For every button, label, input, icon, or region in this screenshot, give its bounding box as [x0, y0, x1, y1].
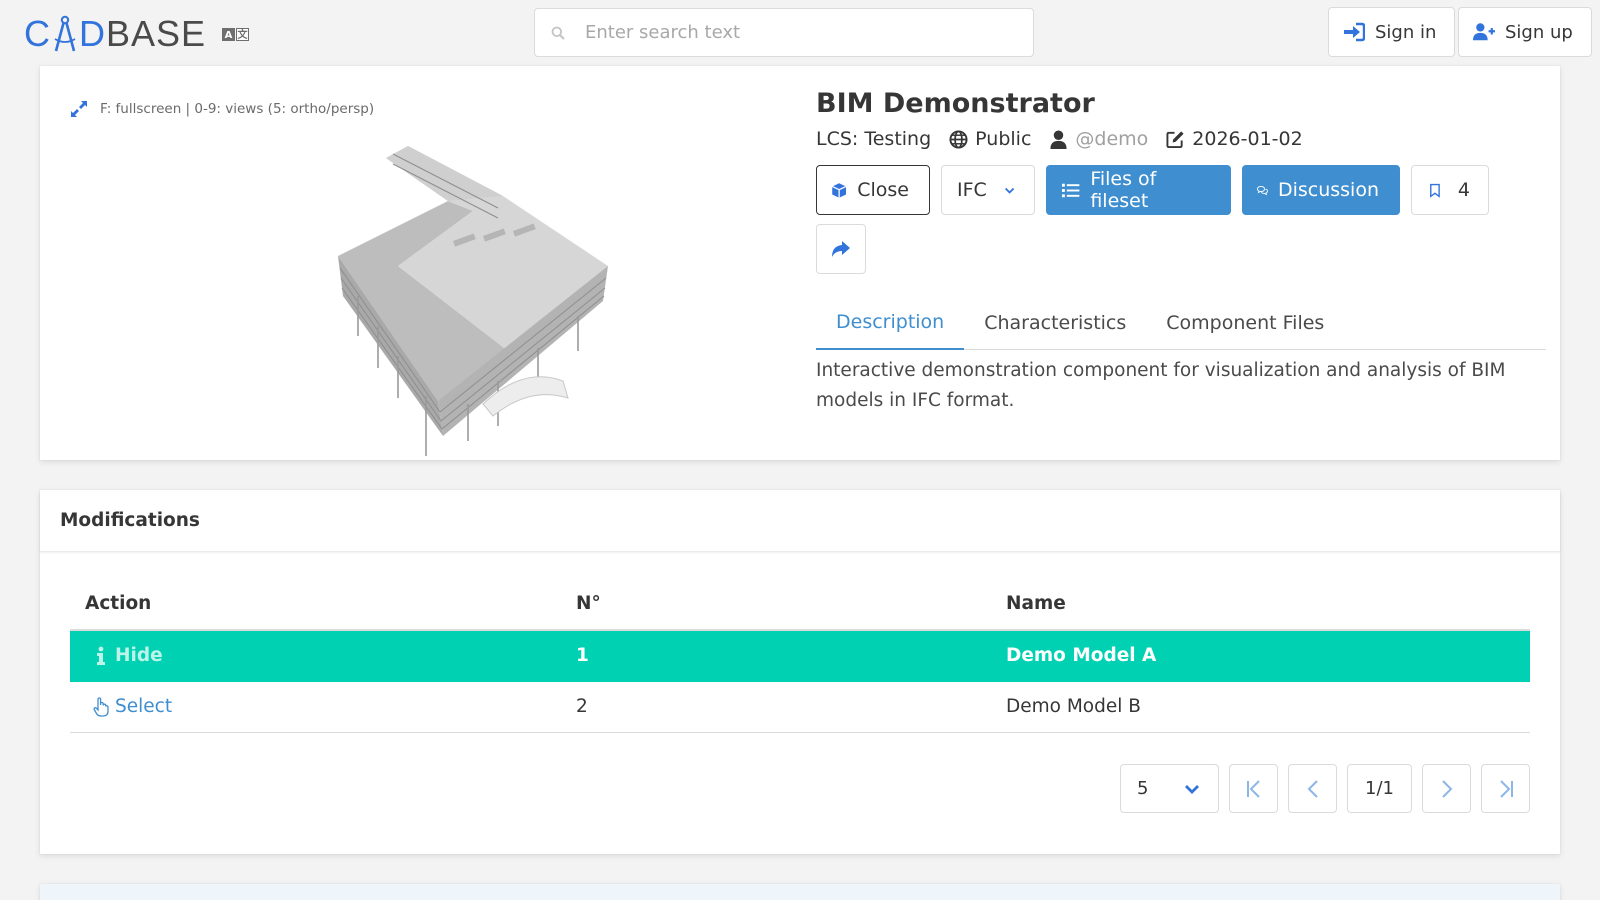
sign-up-label: Sign up	[1505, 21, 1573, 43]
date-label: 2026-01-02	[1192, 128, 1303, 150]
bookmark-button[interactable]: 4	[1411, 165, 1489, 215]
row-number-cell: 1	[561, 630, 991, 682]
navbar: C D BASE A文 Sign in	[0, 0, 1600, 66]
list-icon	[1061, 183, 1080, 197]
component-tabs: Description Characteristics Component Fi…	[816, 296, 1546, 350]
files-of-fileset-button[interactable]: Files of fileset	[1046, 165, 1231, 215]
tab-characteristics[interactable]: Characteristics	[964, 296, 1146, 350]
select-action[interactable]: Select	[85, 696, 561, 717]
lcs-label: LCS: Testing	[816, 128, 932, 150]
component-description: Interactive demonstration component for …	[816, 360, 1506, 411]
expand-icon[interactable]	[70, 100, 88, 118]
cube-icon	[831, 182, 847, 198]
table-row[interactable]: Hide 1 Demo Model A	[70, 630, 1530, 682]
modifications-card: Modifications Action N° Name Hide 1 Demo…	[40, 490, 1560, 854]
files-of-fileset-label: Files of fileset	[1090, 168, 1157, 212]
first-page-icon	[1246, 779, 1260, 798]
last-page-icon	[1499, 779, 1513, 798]
edit-icon	[1166, 130, 1184, 148]
viewer-hint-text: F: fullscreen | 0-9: views (5: ortho/per…	[100, 101, 375, 117]
close-label: Close	[857, 179, 909, 201]
search-input[interactable]	[535, 9, 1033, 56]
user-icon	[1050, 129, 1067, 149]
format-select[interactable]: IFC	[941, 165, 1035, 215]
first-page-button[interactable]	[1229, 764, 1278, 813]
column-number[interactable]: N°	[561, 578, 991, 631]
tab-description[interactable]: Description	[816, 296, 965, 350]
page-size-select[interactable]: 5	[1120, 764, 1219, 813]
author[interactable]: @demo	[1049, 128, 1148, 150]
logo-letter-c: C	[24, 13, 51, 54]
hide-action[interactable]: Hide	[85, 645, 561, 666]
close-button[interactable]: Close	[816, 165, 930, 215]
visibility: Public	[949, 128, 1031, 150]
row-action-cell: Hide	[70, 630, 561, 682]
chevron-down-icon	[1004, 187, 1015, 194]
row-number-cell: 2	[561, 681, 991, 733]
sign-in-icon	[1344, 22, 1365, 42]
next-card	[40, 884, 1560, 900]
chevron-right-icon	[1441, 779, 1452, 798]
component-meta: LCS: Testing Public @demo 2026-01-02	[816, 128, 1303, 150]
logo-base: BASE	[106, 13, 207, 54]
current-page: 1/1	[1347, 764, 1412, 813]
page-size-value: 5	[1137, 778, 1149, 799]
sign-in-label: Sign in	[1375, 21, 1437, 43]
select-action-label: Select	[115, 696, 173, 717]
next-page-button[interactable]	[1422, 764, 1471, 813]
modifications-title: Modifications	[40, 490, 1560, 552]
logo[interactable]: C D BASE A文	[24, 12, 250, 56]
tab-component-files[interactable]: Component Files	[1146, 296, 1344, 350]
action-buttons: Close IFC Files of fileset Discussion 4	[816, 165, 1489, 215]
compass-icon	[52, 15, 78, 53]
share-icon	[832, 241, 850, 257]
bookmark-count: 4	[1457, 179, 1470, 201]
row-action-cell: Select	[70, 681, 561, 733]
row-name-cell: Demo Model A	[991, 630, 1530, 682]
comments-icon	[1257, 185, 1268, 195]
hand-pointer-icon	[93, 696, 109, 717]
modifications-table: Action N° Name Hide 1 Demo Model A Selec…	[70, 578, 1530, 733]
language-icon[interactable]: A文	[222, 27, 250, 41]
chevron-left-icon	[1307, 779, 1318, 798]
user-plus-icon	[1473, 23, 1495, 41]
logo-letter-d: D	[79, 13, 106, 54]
pagination: 5 1/1	[1120, 764, 1530, 813]
viewer-hint: F: fullscreen | 0-9: views (5: ortho/per…	[70, 100, 374, 118]
search-bar[interactable]	[534, 8, 1034, 57]
hide-action-label: Hide	[115, 645, 163, 667]
component-card: F: fullscreen | 0-9: views (5: ortho/per…	[40, 66, 1560, 460]
last-page-button[interactable]	[1481, 764, 1530, 813]
sign-in-button[interactable]: Sign in	[1328, 7, 1456, 57]
chevron-down-icon	[1185, 784, 1199, 794]
sign-up-button[interactable]: Sign up	[1458, 7, 1592, 57]
globe-icon	[949, 129, 968, 149]
model-3d-viewer[interactable]	[298, 136, 658, 466]
component-title: BIM Demonstrator	[816, 88, 1095, 119]
visibility-label: Public	[975, 128, 1032, 150]
table-row[interactable]: Select 2 Demo Model B	[70, 681, 1530, 733]
format-value: IFC	[957, 179, 987, 201]
previous-page-button[interactable]	[1288, 764, 1337, 813]
table-header-row: Action N° Name	[70, 578, 1530, 631]
discussion-label: Discussion	[1277, 179, 1379, 201]
column-action[interactable]: Action	[70, 578, 561, 631]
info-icon	[97, 646, 105, 665]
modified-date: 2026-01-02	[1166, 128, 1303, 150]
search-icon	[551, 26, 565, 40]
discussion-button[interactable]: Discussion	[1242, 165, 1400, 215]
share-button[interactable]	[816, 224, 866, 274]
column-name[interactable]: Name	[991, 578, 1530, 631]
author-link[interactable]: @demo	[1075, 128, 1148, 150]
row-name-cell: Demo Model B	[991, 681, 1530, 733]
logo-text: C D BASE	[24, 13, 206, 55]
bookmark-icon	[1430, 183, 1440, 198]
